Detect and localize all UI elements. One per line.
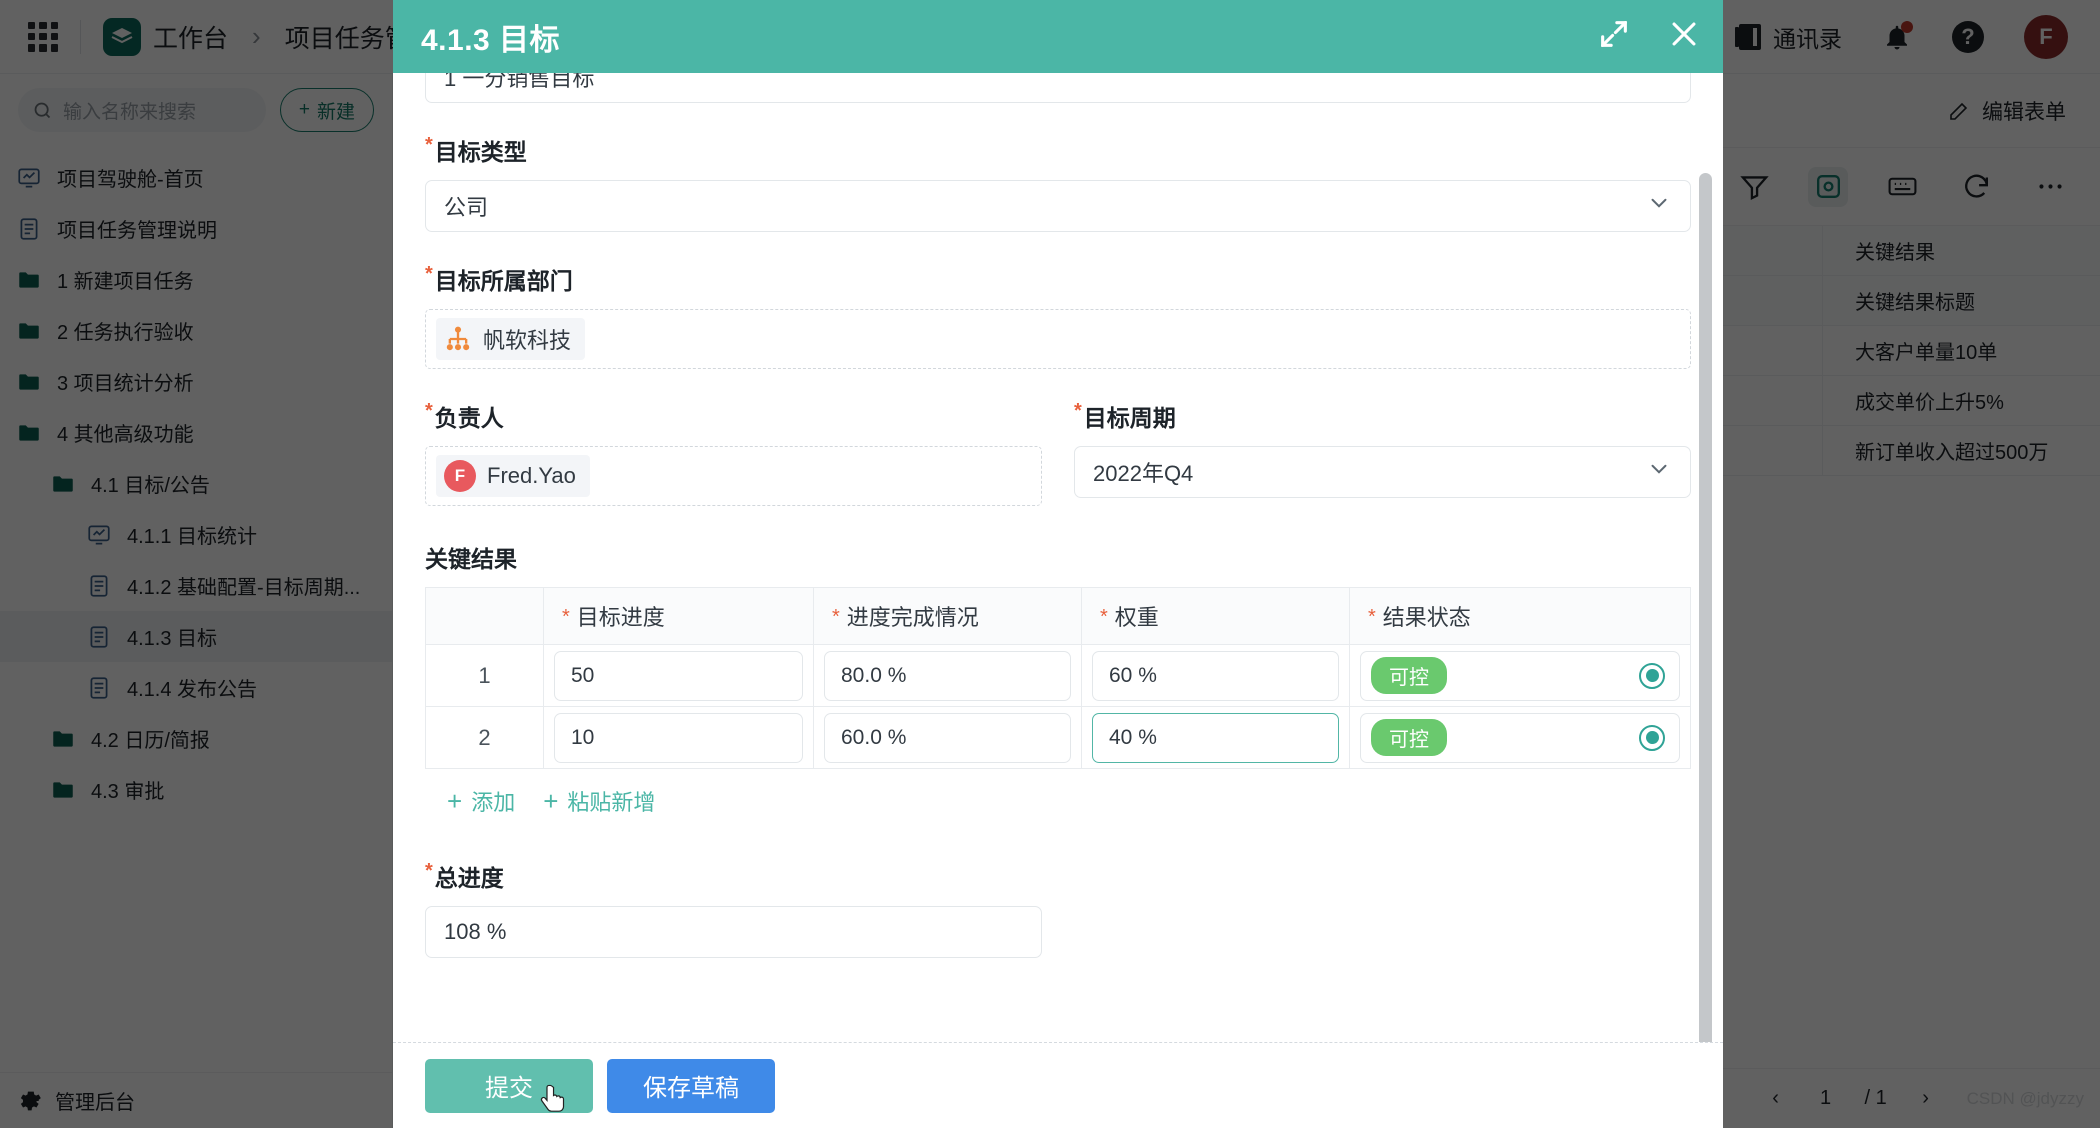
goal-type-select[interactable]: 公司 <box>425 180 1691 232</box>
expand-icon[interactable] <box>1597 17 1631 56</box>
key-results-title: 关键结果 <box>425 546 517 572</box>
chevron-down-icon <box>1646 190 1672 222</box>
kr-weight-cell[interactable]: 40 % <box>1081 706 1350 769</box>
kr-row-index: 1 <box>425 644 544 707</box>
dialog-footer: 提交 保存草稿 <box>393 1042 1723 1128</box>
kr-weight-input[interactable]: 60 % <box>1092 650 1339 701</box>
goal-dept-picker[interactable]: 帆软科技 <box>425 309 1691 369</box>
kr-progress-input[interactable]: 50 <box>554 650 803 701</box>
dept-chip[interactable]: 帆软科技 <box>436 318 586 360</box>
goal-name-input[interactable]: 1 一分销售目标 <box>425 73 1691 103</box>
status-badge: 可控 <box>1371 719 1447 756</box>
total-progress-input[interactable]: 108 % <box>425 906 1042 958</box>
close-icon[interactable] <box>1667 17 1701 56</box>
kr-col-label: 结果状态 <box>1382 605 1471 630</box>
kr-row[interactable]: 2 10 60.0 % 40 % 可控 <box>425 706 1691 769</box>
kr-progress-input[interactable]: 10 <box>554 712 803 763</box>
radio-selected-icon[interactable] <box>1639 724 1665 751</box>
dept-chip-label: 帆软科技 <box>483 328 572 353</box>
kr-col-header-3: * 权重 <box>1081 587 1350 645</box>
kr-completion-cell[interactable]: 80.0 % <box>813 644 1082 707</box>
dialog-title: 4.1.3 目标 <box>421 23 561 57</box>
kr-row-index: 2 <box>425 706 544 769</box>
kr-completion-input[interactable]: 80.0 % <box>824 650 1071 701</box>
owner-label-text: 负责人 <box>434 405 504 431</box>
kr-status-select[interactable]: 可控 <box>1360 650 1680 701</box>
dialog-header-actions <box>1597 17 1701 56</box>
kr-col-label: 权重 <box>1114 605 1159 630</box>
add-row-button[interactable]: + 添加 <box>447 785 515 817</box>
required-marker: * <box>425 400 433 422</box>
radio-selected-icon[interactable] <box>1639 662 1665 689</box>
goal-period-field: * 目标周期 2022年Q4 <box>1074 399 1691 506</box>
chevron-down-icon <box>1646 456 1672 488</box>
total-progress-label-text: 总进度 <box>434 865 504 891</box>
kr-completion-input[interactable]: 60.0 % <box>824 712 1071 763</box>
goal-dept-label: * 目标所属部门 <box>425 262 1691 296</box>
dialog-header: 4.1.3 目标 <box>393 0 1723 73</box>
kr-progress-cell[interactable]: 50 <box>543 644 814 707</box>
goal-period-select[interactable]: 2022年Q4 <box>1074 446 1691 498</box>
kr-weight-input[interactable]: 40 % <box>1092 712 1339 763</box>
key-results-table: * 目标进度 * 进度完成情况 * 权重 * 结果状态 1 50 80.0 % 60 % 可控 2 10 6… <box>425 587 1691 769</box>
add-row-label: 添加 <box>471 790 516 815</box>
save-draft-button[interactable]: 保存草稿 <box>607 1058 775 1113</box>
kr-status-cell[interactable]: 可控 <box>1349 706 1691 769</box>
goal-period-value: 2022年Q4 <box>1093 461 1194 486</box>
required-marker: * <box>425 134 433 156</box>
kr-weight-cell[interactable]: 60 % <box>1081 644 1350 707</box>
kr-row[interactable]: 1 50 80.0 % 60 % 可控 <box>425 644 1691 707</box>
dialog-body[interactable]: 1 一分销售目标 * 目标类型 公司 * 目标所属部门 帆软科技 * 负责人 F… <box>393 73 1723 1042</box>
required-marker: * <box>1368 606 1376 628</box>
required-marker: * <box>1100 606 1108 628</box>
kr-completion-cell[interactable]: 60.0 % <box>813 706 1082 769</box>
owner-label: * 负责人 <box>425 399 1042 433</box>
goal-type-label: * 目标类型 <box>425 133 1691 167</box>
kr-status-cell[interactable]: 可控 <box>1349 644 1691 707</box>
plus-icon: + <box>543 786 559 816</box>
owner-chip-label: Fred.Yao <box>487 463 576 488</box>
owner-field: * 负责人 F Fred.Yao <box>425 399 1042 506</box>
plus-icon: + <box>447 786 463 816</box>
goal-dept-label-text: 目标所属部门 <box>434 268 573 294</box>
goal-type-value: 公司 <box>444 195 489 220</box>
owner-avatar: F <box>444 460 476 492</box>
kr-col-label: 目标进度 <box>576 605 665 630</box>
goal-type-label-text: 目标类型 <box>434 139 527 165</box>
kr-col-label: 进度完成情况 <box>846 605 979 630</box>
total-progress-label: * 总进度 <box>425 859 1042 893</box>
owner-picker[interactable]: F Fred.Yao <box>425 446 1042 506</box>
required-marker: * <box>425 860 433 882</box>
required-marker: * <box>832 606 840 628</box>
kr-col-header-0 <box>425 587 544 645</box>
goal-period-label: * 目标周期 <box>1074 399 1691 433</box>
required-marker: * <box>1074 400 1082 422</box>
kr-progress-cell[interactable]: 10 <box>543 706 814 769</box>
goal-dialog: 4.1.3 目标 1 一分销售目标 * 目标类型 公司 * 目标所属部门 帆软科… <box>393 0 1723 1128</box>
required-marker: * <box>562 606 570 628</box>
goal-period-label-text: 目标周期 <box>1083 405 1176 431</box>
required-marker: * <box>425 263 433 285</box>
kr-col-header-4: * 结果状态 <box>1349 587 1691 645</box>
kr-status-select[interactable]: 可控 <box>1360 712 1680 763</box>
key-results-add-row: + 添加 + 粘贴新增 <box>425 769 1691 817</box>
status-badge: 可控 <box>1371 657 1447 694</box>
owner-chip[interactable]: F Fred.Yao <box>436 455 590 497</box>
kr-col-header-2: * 进度完成情况 <box>813 587 1082 645</box>
mouse-cursor <box>540 1084 565 1112</box>
dialog-scrollbar[interactable] <box>1699 173 1712 1042</box>
org-tree-icon <box>444 325 472 353</box>
kr-col-header-1: * 目标进度 <box>543 587 814 645</box>
paste-add-label: 粘贴新增 <box>567 790 656 815</box>
paste-add-button[interactable]: + 粘贴新增 <box>543 785 655 817</box>
key-results-header-row: * 目标进度 * 进度完成情况 * 权重 * 结果状态 <box>425 587 1691 645</box>
